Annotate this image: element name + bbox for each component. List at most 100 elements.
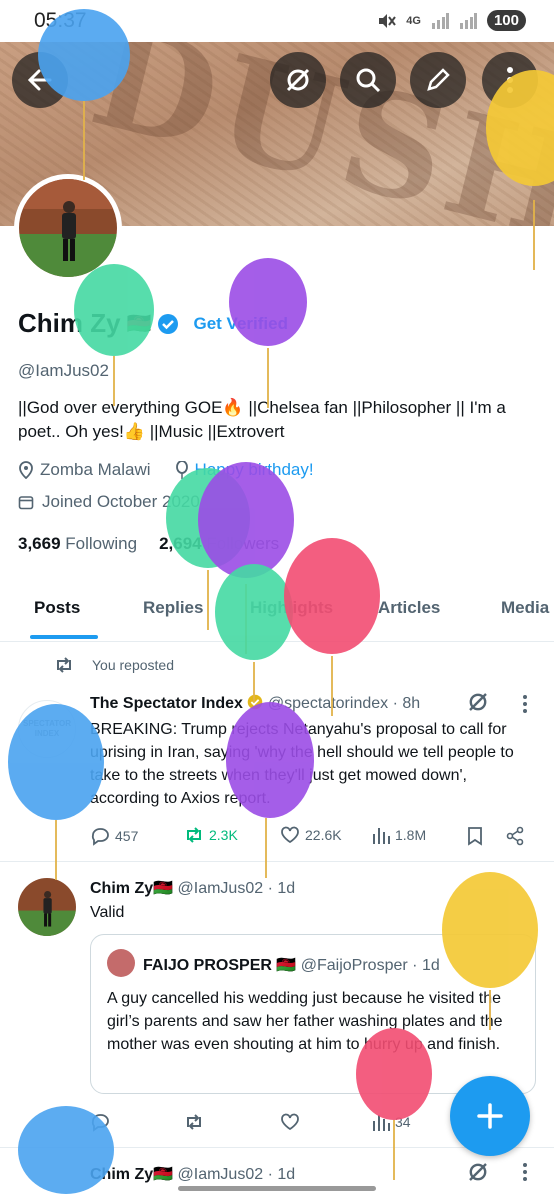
profile-meta: Zomba Malawi Happy birthday! [18, 460, 314, 480]
tab-highlights[interactable]: Highlights [250, 586, 333, 642]
post-author[interactable]: The Spectator Index [90, 695, 243, 712]
grok-icon [286, 68, 310, 92]
repost-context: You reposted [54, 656, 174, 674]
joined-text: Joined October 2020 [42, 492, 200, 511]
followers-count: 2,694 [159, 534, 202, 553]
repost-label: You reposted [92, 657, 174, 673]
repost-icon [57, 657, 71, 673]
active-tab-indicator [30, 635, 98, 639]
status-icons: 4G 100 [376, 10, 526, 31]
flag-emoji: 🇲🇼 [126, 313, 152, 335]
like-button[interactable]: 22.6K [280, 826, 342, 844]
location-text: Zomba Malawi [40, 460, 151, 479]
share-icon[interactable] [505, 826, 525, 846]
repost-button[interactable]: 2.3K [184, 826, 238, 844]
post-author[interactable]: Chim Zy🇲🇼 [90, 1166, 173, 1183]
location-pin-icon [19, 461, 33, 479]
grok-button[interactable] [270, 52, 326, 108]
profile-tabs: Posts Replies Highlights Articles Media [0, 586, 554, 642]
repost-icon[interactable] [184, 1113, 204, 1131]
location-item: Zomba Malawi [18, 460, 151, 480]
reply-count: 457 [115, 828, 139, 844]
heart-icon [281, 826, 299, 844]
joined-item: Joined October 2020 [18, 492, 200, 512]
grok-icon[interactable] [466, 690, 490, 714]
more-vertical-icon [507, 67, 513, 93]
reply-icon[interactable] [90, 1112, 110, 1132]
following-link[interactable]: 3,669 Following [18, 534, 137, 554]
status-bar: 05:37 4G 100 [0, 0, 554, 42]
quote-header: FAIJO PROSPER 🇲🇼 @FaijoProsper · 1d [143, 957, 440, 974]
tab-media[interactable]: Media [501, 586, 549, 642]
plus-icon [477, 1103, 503, 1129]
post-avatar[interactable]: SPECTATOR INDEX [18, 700, 76, 758]
quote-handle: @FaijoProsper [300, 957, 408, 974]
reply-icon [91, 828, 109, 846]
views-button[interactable]: 1.8M [372, 826, 426, 844]
display-name: Chim Zy [18, 308, 121, 338]
grok-icon[interactable] [466, 1160, 490, 1184]
search-button[interactable] [340, 52, 396, 108]
views-count: 34 [395, 1114, 411, 1130]
post-more-icon[interactable] [522, 694, 528, 714]
battery-badge: 100 [486, 10, 526, 31]
tab-replies[interactable]: Replies [143, 586, 203, 642]
post-handle: @IamJus02 [177, 880, 264, 897]
followers-label: Followers [206, 534, 280, 553]
get-verified-link[interactable]: Get Verified [193, 314, 287, 334]
status-time: 05:37 [34, 9, 87, 32]
reply-button[interactable]: 457 [90, 826, 138, 846]
post-item[interactable]: Chim Zy🇲🇼 @IamJus02 · 1d [0, 1148, 554, 1200]
compose-button[interactable] [450, 1076, 530, 1156]
arrow-left-icon [27, 69, 52, 91]
post-time: 1d [277, 1166, 296, 1183]
post-text: BREAKING: Trump rejects Netanyahu's prop… [90, 721, 514, 807]
network-label: 4G [406, 14, 421, 27]
signal-icon-2 [459, 12, 477, 29]
like-count: 22.6K [305, 827, 342, 843]
repost-count: 2.3K [209, 827, 238, 843]
views-chart-icon [373, 828, 390, 844]
quote-time: 1d [421, 957, 440, 974]
mute-icon [379, 13, 397, 28]
balloon-icon [175, 461, 188, 479]
followers-link[interactable]: 2,694 Followers [159, 534, 279, 554]
repost-icon [187, 827, 201, 843]
post-handle: @spectatorindex [267, 695, 389, 712]
post-author[interactable]: Chim Zy🇲🇼 [90, 880, 173, 897]
avatar-image [19, 179, 117, 277]
pencil-icon [427, 68, 450, 91]
post-text: Valid [90, 904, 125, 921]
birthday-item: Happy birthday! [175, 460, 314, 480]
post-avatar[interactable] [18, 878, 76, 936]
post-time: 1d [277, 880, 296, 897]
profile-avatar[interactable] [14, 174, 122, 282]
verified-badge-icon [248, 694, 263, 710]
profile-name: Chim Zy 🇲🇼 Get Verified [18, 308, 288, 339]
back-button[interactable] [12, 52, 68, 108]
birthday-text[interactable]: Happy birthday! [195, 460, 314, 480]
quote-text: A guy cancelled his wedding just because… [107, 990, 503, 1053]
quote-avatar [107, 949, 135, 977]
post-more-icon[interactable] [522, 1162, 528, 1182]
gesture-nav-bar[interactable] [178, 1186, 376, 1191]
search-icon [356, 68, 381, 93]
more-button[interactable] [482, 52, 538, 108]
post-handle: @IamJus02 [177, 1166, 264, 1183]
edit-button[interactable] [410, 52, 466, 108]
bookmark-icon[interactable] [466, 826, 484, 846]
post-item[interactable]: You reposted SPECTATOR INDEX The Spectat… [0, 642, 554, 862]
signal-icon [431, 12, 449, 29]
verified-badge-icon [158, 313, 179, 334]
quoted-post[interactable]: FAIJO PROSPER 🇲🇼 @FaijoProsper · 1d A gu… [90, 934, 536, 1094]
post-time: 8h [402, 695, 421, 712]
tab-articles[interactable]: Articles [378, 586, 440, 642]
follow-counts: 3,669 Following 2,694 Followers [18, 534, 279, 554]
tab-posts[interactable]: Posts [34, 586, 80, 642]
post-header: Chim Zy🇲🇼 @IamJus02 · 1d [90, 1166, 296, 1183]
profile-handle: @IamJus02 [18, 361, 109, 380]
following-count: 3,669 [18, 534, 61, 553]
post-header: Chim Zy🇲🇼 @IamJus02 · 1d [90, 880, 296, 897]
heart-icon[interactable] [280, 1113, 300, 1131]
views-button[interactable]: 34 [372, 1113, 411, 1131]
